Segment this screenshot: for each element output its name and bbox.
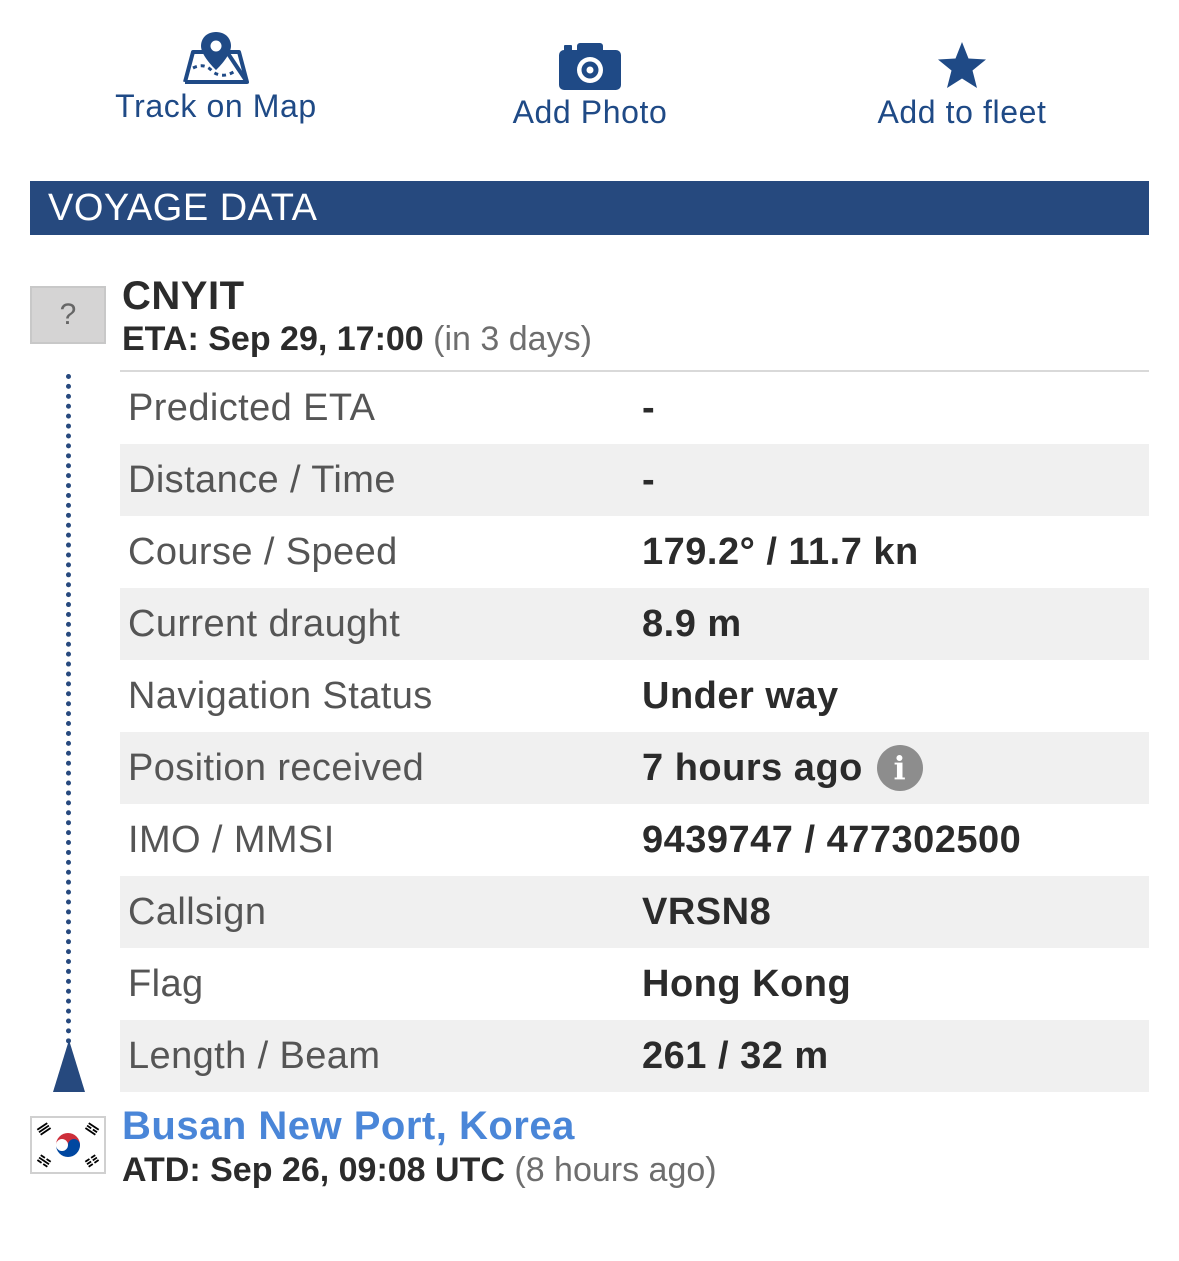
table-row: Distance / Time - [120, 444, 1149, 516]
row-key-length-beam: Length / Beam [128, 1034, 381, 1077]
position-received-text: 7 hours ago [642, 746, 863, 789]
row-key-flag: Flag [128, 962, 204, 1005]
south-korea-flag-icon [30, 1116, 106, 1174]
row-value-current-draught: 8.9 m [642, 602, 742, 645]
add-photo-button[interactable]: Add Photo [498, 30, 682, 131]
action-bar: Track on Map Add Photo Add to fleet [0, 0, 1179, 150]
row-value-length-beam: 261 / 32 m [642, 1034, 829, 1077]
table-row: Length / Beam 261 / 32 m [120, 1020, 1149, 1092]
route-arrow-icon [53, 1040, 85, 1092]
row-value-imo-mmsi: 9439747 / 477302500 [642, 818, 1022, 861]
row-key-current-draught: Current draught [128, 602, 401, 645]
table-row: Flag Hong Kong [120, 948, 1149, 1020]
origin-atd: ATD: Sep 26, 09:08 UTC (8 hours ago) [122, 1151, 717, 1190]
map-pin-icon [181, 24, 251, 86]
table-row: Current draught 8.9 m [120, 588, 1149, 660]
row-key-predicted-eta: Predicted ETA [128, 386, 376, 429]
camera-icon [557, 30, 623, 92]
row-key-distance-time: Distance / Time [128, 458, 396, 501]
table-row: Position received 7 hours ago i [120, 732, 1149, 804]
destination-port-name: CNYIT [122, 274, 245, 318]
row-key-navigation-status: Navigation Status [128, 674, 433, 717]
eta-relative: (in 3 days) [433, 320, 592, 358]
atd-relative: (8 hours ago) [514, 1151, 717, 1189]
unknown-flag-icon: ? [30, 286, 106, 344]
add-photo-label: Add Photo [512, 94, 668, 130]
row-value-position-received: 7 hours ago i [642, 745, 923, 791]
info-icon[interactable]: i [876, 745, 923, 791]
row-key-imo-mmsi: IMO / MMSI [128, 818, 335, 861]
add-to-fleet-label: Add to fleet [877, 94, 1047, 130]
table-row: Navigation Status Under way [120, 660, 1149, 732]
row-key-position-received: Position received [128, 746, 425, 789]
row-key-course-speed: Course / Speed [128, 530, 398, 573]
row-value-flag: Hong Kong [642, 962, 852, 1005]
star-icon [935, 30, 989, 92]
row-value-navigation-status: Under way [642, 674, 839, 717]
row-value-callsign: VRSN8 [642, 890, 772, 933]
track-on-map-label: Track on Map [115, 88, 317, 124]
voyage-data-table: Predicted ETA - Distance / Time - Course… [120, 370, 1149, 1092]
track-on-map-button[interactable]: Track on Map [108, 24, 324, 125]
atd-value: ATD: Sep 26, 09:08 UTC [122, 1151, 505, 1189]
row-key-callsign: Callsign [128, 890, 267, 933]
add-to-fleet-button[interactable]: Add to fleet [862, 30, 1062, 131]
row-value-predicted-eta: - [642, 386, 656, 429]
table-row: Course / Speed 179.2° / 11.7 kn [120, 516, 1149, 588]
section-title: VOYAGE DATA [30, 181, 1149, 235]
row-value-distance-time: - [642, 458, 656, 501]
origin-port-link[interactable]: Busan New Port, Korea [122, 1104, 575, 1149]
destination-eta: ETA: Sep 29, 17:00 (in 3 days) [122, 320, 592, 359]
table-row: IMO / MMSI 9439747 / 477302500 [120, 804, 1149, 876]
row-value-course-speed: 179.2° / 11.7 kn [642, 530, 919, 573]
route-dotted-line [66, 374, 71, 1044]
eta-value: ETA: Sep 29, 17:00 [122, 320, 424, 358]
vessel-voyage-page: Track on Map Add Photo Add to fleet VOYA… [0, 0, 1179, 1261]
table-row: Predicted ETA - [120, 372, 1149, 444]
table-row: Callsign VRSN8 [120, 876, 1149, 948]
